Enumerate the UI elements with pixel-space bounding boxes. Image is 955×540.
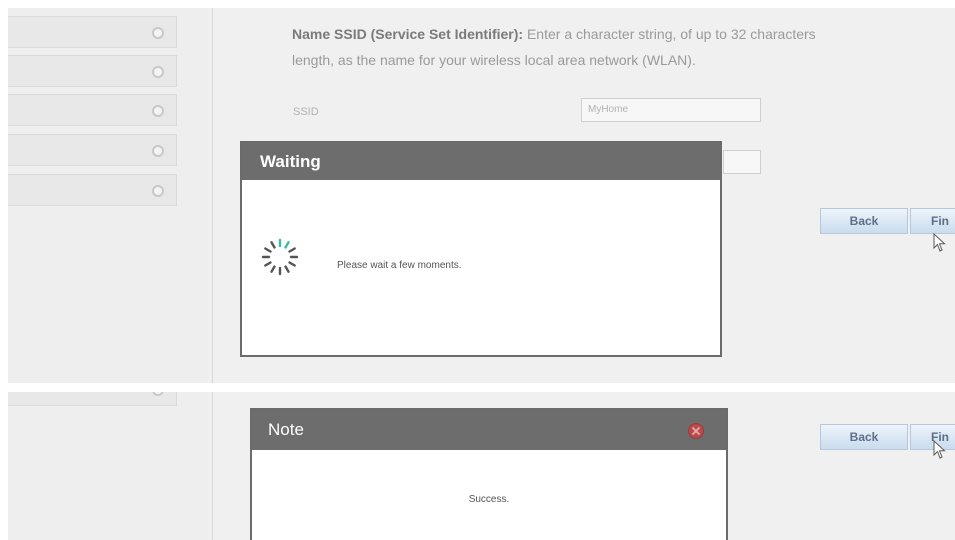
sidebar xyxy=(8,8,208,383)
waiting-dialog-title: Waiting xyxy=(242,143,720,180)
ssid-description-label: Name SSID (Service Set Identifier): xyxy=(292,26,524,42)
waiting-dialog: Waiting Please wait a few moments. xyxy=(240,141,722,357)
sidebar-item[interactable] xyxy=(8,55,177,87)
mouse-pointer-icon xyxy=(933,440,946,459)
top-screenshot-panel: Name SSID (Service Set Identifier): Ente… xyxy=(8,8,955,383)
ssid-description: Name SSID (Service Set Identifier): Ente… xyxy=(292,21,955,73)
radio-dot-icon xyxy=(152,392,164,396)
radio-dot-icon xyxy=(152,185,164,197)
sidebar-divider xyxy=(212,8,213,383)
success-message: Success. xyxy=(468,494,510,505)
close-icon[interactable] xyxy=(688,423,704,439)
mouse-pointer-icon xyxy=(933,233,946,252)
waiting-message: Please wait a few moments. xyxy=(337,260,462,271)
loading-spinner-icon xyxy=(261,238,299,276)
password-input[interactable] xyxy=(723,150,761,174)
ssid-description-line2: length, as the name for your wireless lo… xyxy=(292,52,696,68)
finish-button[interactable]: Fin xyxy=(910,208,955,234)
back-button[interactable]: Back xyxy=(820,208,908,234)
sidebar-item[interactable] xyxy=(8,392,177,406)
ssid-label: SSID xyxy=(293,106,319,118)
radio-dot-icon xyxy=(152,105,164,117)
note-dialog-title-text: Note xyxy=(268,420,304,439)
sidebar-item[interactable] xyxy=(8,16,177,48)
back-button[interactable]: Back xyxy=(820,424,908,450)
radio-dot-icon xyxy=(152,27,164,39)
note-dialog: Note Success. xyxy=(250,408,728,540)
sidebar-divider xyxy=(212,392,213,540)
bottom-screenshot-panel: Back Fin Note Success. xyxy=(8,392,955,540)
ssid-input[interactable]: MyHome xyxy=(581,98,761,122)
note-dialog-title: Note xyxy=(252,410,726,450)
radio-dot-icon xyxy=(152,145,164,157)
sidebar-item[interactable] xyxy=(8,94,177,126)
radio-dot-icon xyxy=(152,66,164,78)
sidebar-item[interactable] xyxy=(8,174,177,206)
ssid-description-line1: Enter a character string, of up to 32 ch… xyxy=(523,26,816,42)
sidebar-item[interactable] xyxy=(8,134,177,166)
sidebar xyxy=(8,392,208,540)
